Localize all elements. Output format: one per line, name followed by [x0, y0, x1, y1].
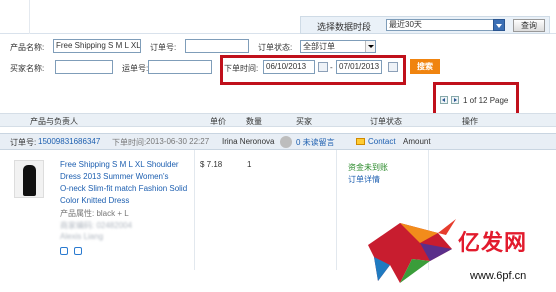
header-status: 订单状态 — [370, 117, 402, 126]
highlight-box-date — [220, 55, 406, 85]
tracking-no-input[interactable] — [148, 60, 212, 74]
product-title-line2[interactable]: Dress 2013 Summer Women's — [60, 172, 169, 181]
product-owner: Alexis Liang — [60, 232, 104, 241]
tracking-no-label: 运单号: — [122, 64, 149, 73]
left-strip — [0, 0, 30, 34]
product-name-input[interactable]: Free Shipping S M L XL — [53, 39, 141, 53]
buyer-avatar-icon — [280, 136, 292, 148]
header-actions: 操作 — [462, 117, 478, 126]
buyer-name-label: 买家名称: — [10, 64, 45, 73]
order-time-value: 2013-06-30 22:27 — [146, 137, 210, 146]
order-no-label: 订单号: — [10, 138, 37, 147]
date-range-label: 选择数据时段 — [317, 22, 372, 32]
dress-image — [23, 165, 36, 196]
order-no-input[interactable] — [185, 39, 249, 53]
message-icon — [356, 138, 365, 145]
quantity: 1 — [247, 160, 252, 169]
product-title-line3[interactable]: O-neck Slim-fit match Fashion Solid — [60, 184, 187, 193]
unit-price: $ 7.18 — [200, 160, 223, 169]
header-qty: 数量 — [246, 117, 262, 126]
order-bar: 订单号: 15009831686347 下单时间: 2013-06-30 22:… — [0, 133, 556, 150]
mail-icon[interactable] — [74, 247, 82, 255]
order-no-link[interactable]: 15009831686347 — [38, 137, 100, 146]
divider — [336, 150, 337, 270]
product-title-line1[interactable]: Free Shipping S M L XL Shoulder — [60, 160, 179, 169]
header-product: 产品与负责人 — [30, 117, 78, 126]
order-status-select[interactable]: 全部订单 — [300, 40, 376, 53]
date-range-select[interactable]: 最近30天 — [386, 19, 494, 31]
date-range-panel: 选择数据时段 最近30天 查询 — [300, 16, 550, 34]
product-thumbnail[interactable] — [14, 160, 44, 198]
order-status-value: 全部订单 — [303, 42, 335, 51]
header-price: 单价 — [210, 117, 226, 126]
divider — [194, 150, 195, 270]
product-name-label: 产品名称: — [10, 43, 45, 52]
order-time-label: 下单时间: — [112, 138, 147, 147]
chevron-down-icon[interactable] — [493, 19, 505, 31]
amount-label: Amount — [403, 137, 431, 146]
order-status: 资金未到账 — [348, 163, 388, 172]
order-detail-link[interactable]: 订单详情 — [348, 174, 380, 185]
search-button[interactable]: 搜索 — [410, 59, 440, 74]
top-bar: 选择数据时段 最近30天 查询 — [0, 0, 556, 34]
chevron-down-icon — [365, 41, 375, 52]
contact-link[interactable]: Contact — [368, 137, 396, 146]
product-title-line4[interactable]: Color Knitted Dress — [60, 196, 129, 205]
brand-watermark: 亿发网 — [458, 230, 528, 256]
buyer-name[interactable]: Irina Neronova — [222, 137, 274, 146]
table-header: 产品与负责人 单价 数量 买家 订单状态 操作 — [0, 113, 556, 127]
product-attributes: 产品属性: black + L — [60, 209, 129, 218]
clock-icon[interactable] — [60, 247, 68, 255]
buyer-name-input[interactable] — [55, 60, 113, 74]
header-buyer: 买家 — [296, 117, 312, 126]
order-no-label: 订单号: — [150, 43, 177, 52]
merchant-code: 商家编码: 02482004 — [60, 221, 133, 230]
order-status-label: 订单状态: — [258, 43, 293, 52]
unread-messages-link[interactable]: 0 未读留言 — [296, 137, 335, 148]
query-button[interactable]: 查询 — [513, 19, 545, 32]
watermark-url: www.6pf.cn — [470, 270, 527, 282]
